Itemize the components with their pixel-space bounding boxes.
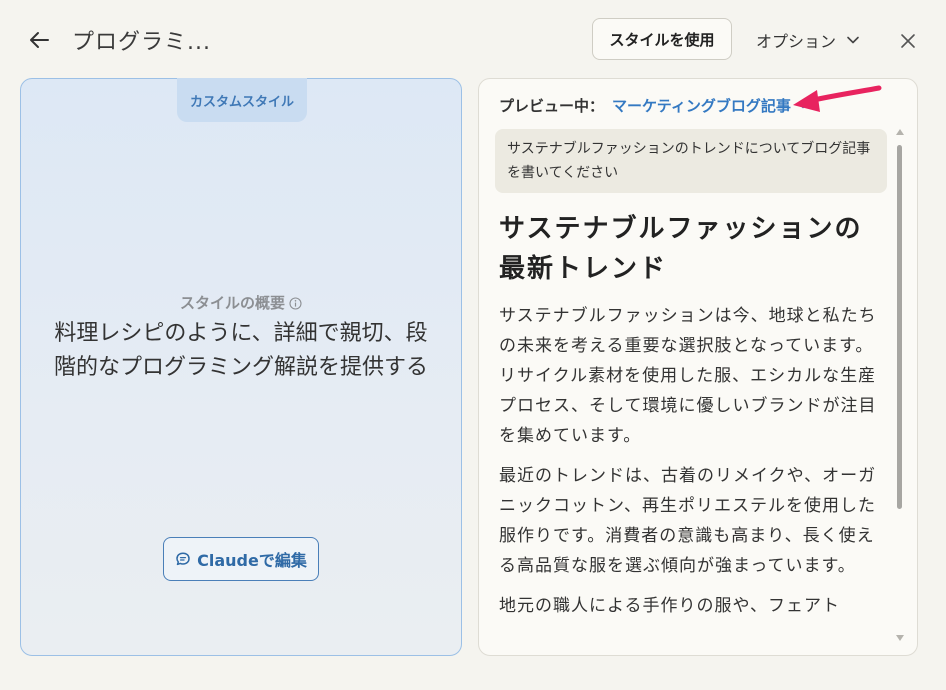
style-summary-card: カスタムスタイル スタイルの概要 料理レシピのように、詳細で親切、段階的なプログ… bbox=[20, 78, 462, 656]
preview-selected-label: マーケティングブログ記事 bbox=[612, 96, 791, 115]
preview-bar: プレビュー中： マーケティングブログ記事 bbox=[499, 94, 809, 116]
style-overview-label: スタイルの概要 bbox=[179, 294, 285, 312]
article-paragraph: サステナブルファッションは今、地球と私たちの未来を考える重要な選択肢となっていま… bbox=[499, 306, 877, 446]
close-button[interactable] bbox=[897, 30, 919, 52]
arrow-left-icon bbox=[30, 32, 49, 48]
scroll-down-arrow-icon[interactable] bbox=[896, 635, 904, 641]
pink-arrow-icon bbox=[793, 85, 882, 112]
header: プログラミ... スタイルを使用 オプション bbox=[0, 0, 946, 80]
preview-scrollbar[interactable] bbox=[895, 129, 905, 649]
article-title: サステナブルファッションの最新トレンド bbox=[499, 214, 863, 284]
preview-example-select[interactable]: マーケティングブログ記事 bbox=[612, 95, 809, 116]
scroll-up-arrow-icon[interactable] bbox=[896, 129, 904, 135]
edit-with-claude-button[interactable]: Claudeで編集 bbox=[163, 537, 319, 581]
article-paragraph: 最近のトレンドは、古着のリメイクや、オーガニックコットン、再生ポリエステルを使用… bbox=[499, 466, 877, 576]
back-button[interactable] bbox=[28, 28, 52, 52]
info-icon[interactable] bbox=[289, 296, 302, 314]
page-title: プログラミ... bbox=[72, 30, 211, 55]
options-label: オプション bbox=[756, 32, 837, 51]
preview-content: サステナブルファッションの最新トレンド サステナブルファッションは今、地球と私た… bbox=[499, 209, 883, 649]
style-editor-window: プログラミ... スタイルを使用 オプション カスタムスタイル スタイルの概要 … bbox=[0, 0, 946, 690]
edit-button-label: Claudeで編集 bbox=[197, 551, 307, 570]
scrollbar-thumb[interactable] bbox=[897, 145, 902, 509]
user-prompt-bubble: サステナブルファッションのトレンドについてブログ記事を書いてください bbox=[495, 129, 887, 193]
article-paragraph: 地元の職人による手作りの服や、フェアト bbox=[499, 596, 840, 616]
custom-style-tab[interactable]: カスタムスタイル bbox=[177, 78, 307, 122]
style-overview-text: 料理レシピのように、詳細で親切、段階的なプログラミング解説を提供する bbox=[53, 321, 428, 380]
close-icon bbox=[901, 34, 915, 48]
chat-bubble-icon bbox=[176, 552, 190, 566]
style-overview-heading: スタイルの概要 bbox=[21, 292, 461, 314]
preview-card: プレビュー中： マーケティングブログ記事 サステナブルファッションのトレンドにつ… bbox=[478, 78, 918, 656]
preview-label: プレビュー中： bbox=[499, 96, 605, 115]
use-style-button[interactable]: スタイルを使用 bbox=[592, 18, 732, 60]
chevron-down-icon bbox=[847, 36, 859, 44]
options-dropdown[interactable]: オプション bbox=[756, 26, 860, 54]
